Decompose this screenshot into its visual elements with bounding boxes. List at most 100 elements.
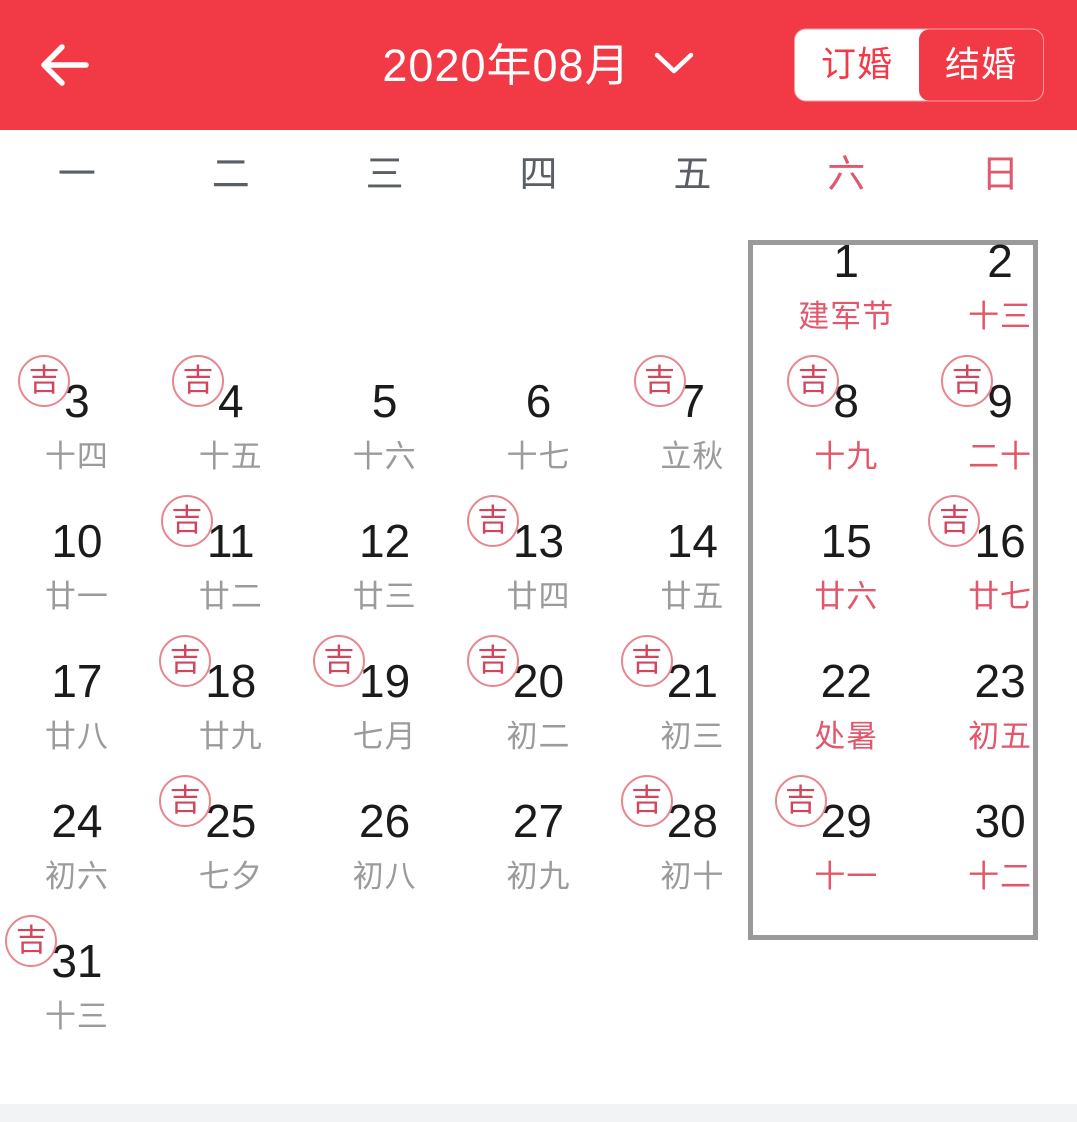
calendar-day-cell[interactable]: 5 十六 (308, 352, 462, 492)
day-number: 6 (525, 374, 552, 427)
lunar-or-festival-label: 廿二 (198, 578, 263, 614)
day-number-row: 吉 16 (928, 494, 1026, 569)
calendar-day-cell[interactable]: 吉 19 七月 (308, 632, 462, 772)
day-number-row: 15 (821, 513, 872, 569)
lunar-or-festival-label: 廿七 (968, 578, 1033, 614)
lunar-or-festival-label: 廿一 (44, 578, 109, 614)
calendar-day-cell[interactable]: 14 廿五 (615, 492, 769, 632)
toggle-option-marriage[interactable]: 结婚 (918, 29, 1043, 101)
calendar-day-cell[interactable]: 吉 8 十九 (769, 352, 923, 492)
calendar-day-cell[interactable]: 吉 13 廿四 (462, 492, 616, 632)
calendar-day-cell[interactable]: 27 初九 (462, 772, 616, 912)
day-number: 12 (359, 514, 411, 567)
auspicious-ji-badge: 吉 (313, 634, 366, 687)
auspicious-ji-badge: 吉 (633, 354, 686, 407)
calendar-body: 1 建军节 2 十三吉 3 十四吉 4 十五 5 十六 6 十七 吉 7 立秋 吉 8 十九 吉 9 二十 10 廿一吉 11… (0, 212, 1077, 1052)
calendar-day-cell[interactable]: 吉 4 十五 (154, 352, 308, 492)
toggle-option-engagement[interactable]: 订婚 (794, 29, 919, 101)
lunar-or-festival-label: 十七 (506, 438, 571, 474)
calendar-day-cell[interactable]: 吉 28 初十 (615, 772, 769, 912)
weekday-label-4: 五 (673, 154, 712, 196)
auspicious-ji-badge: 吉 (18, 354, 71, 407)
auspicious-ji-badge: 吉 (928, 494, 981, 547)
auspicious-ji-badge: 吉 (941, 354, 994, 407)
lunar-or-festival-label: 廿四 (506, 578, 571, 614)
auspicious-ji-badge: 吉 (5, 914, 58, 967)
day-number: 13 (512, 514, 565, 567)
day-number-row: 吉 13 (466, 494, 565, 569)
day-number-row: 吉7 (633, 354, 705, 429)
day-number-row: 23 (974, 653, 1025, 709)
calendar-day-cell[interactable]: 15 廿六 (769, 492, 923, 632)
day-number-row: 吉9 (941, 354, 1013, 429)
calendar-cell-empty (615, 212, 769, 352)
calendar-day-cell[interactable]: 吉 16 廿七 (923, 492, 1077, 632)
day-number: 15 (820, 514, 872, 567)
calendar-cell-empty (308, 912, 462, 1052)
calendar-cell-empty (308, 212, 462, 352)
lunar-or-festival-label: 十六 (352, 438, 417, 474)
day-number-row: 2 (987, 233, 1013, 289)
day-number: 19 (359, 654, 411, 707)
calendar-day-cell[interactable]: 6 十七 (462, 352, 616, 492)
calendar-grid: 1 建军节 2 十三吉 3 十四吉 4 十五 5 十六 6 十七 吉 7 立秋 吉 8 十九 吉 9 二十 10 廿一吉 11… (0, 212, 1077, 1052)
calendar-cell-empty (462, 212, 616, 352)
calendar-day-cell[interactable]: 吉 25 七夕 (154, 772, 308, 912)
day-number-row: 吉4 (171, 354, 244, 429)
day-number: 16 (974, 514, 1026, 567)
day-number-row: 吉 19 (313, 634, 411, 709)
calendar-day-cell[interactable]: 吉 7 立秋 (615, 352, 769, 492)
calendar-day-cell[interactable]: 23 初五 (923, 632, 1077, 772)
calendar-day-cell[interactable]: 吉 18 廿九 (154, 632, 308, 772)
calendar-day-cell[interactable]: 2 十三 (923, 212, 1077, 352)
day-number: 31 (51, 934, 103, 987)
calendar-day-cell[interactable]: 10 廿一 (0, 492, 154, 632)
day-number-row: 27 (513, 793, 564, 849)
calendar-day-cell[interactable]: 1 建军节 (769, 212, 923, 352)
auspicious-ji-badge: 吉 (159, 634, 212, 687)
lunar-or-festival-label: 立秋 (660, 438, 725, 474)
calendar-cell-empty (462, 912, 616, 1052)
day-number: 18 (205, 654, 257, 707)
auspicious-ji-badge: 吉 (620, 634, 673, 687)
lunar-or-festival-label: 廿三 (352, 578, 417, 614)
calendar-cell-empty (0, 212, 154, 352)
page-title: 2020年08月 (382, 39, 631, 91)
lunar-or-festival-label: 初二 (506, 718, 571, 754)
weekday-label-1: 二 (211, 154, 250, 196)
calendar-day-cell[interactable]: 吉 11 廿二 (154, 492, 308, 632)
month-selector[interactable]: 2020年08月 (382, 43, 694, 88)
day-number-row: 吉8 (787, 354, 859, 429)
chevron-down-icon (653, 50, 695, 81)
calendar-cell-empty (154, 912, 308, 1052)
calendar-day-cell[interactable]: 吉 9 二十 (923, 352, 1077, 492)
calendar-day-cell[interactable]: 22 处暑 (769, 632, 923, 772)
lunar-or-festival-label: 建军节 (798, 298, 895, 334)
calendar-day-cell[interactable]: 吉 29 十一 (769, 772, 923, 912)
day-number: 27 (512, 794, 565, 847)
event-type-toggle[interactable]: 订婚 结婚 (794, 29, 1043, 101)
bottom-strip (0, 1104, 1077, 1122)
day-number-row: 17 (51, 653, 102, 709)
calendar-day-cell[interactable]: 吉 20 初二 (462, 632, 616, 772)
day-number-row: 14 (667, 513, 718, 569)
day-number: 2 (987, 234, 1013, 287)
calendar-day-cell[interactable]: 吉 21 初三 (615, 632, 769, 772)
back-arrow-icon (36, 41, 94, 89)
weekday-label-2: 三 (365, 154, 404, 196)
lunar-or-festival-label: 十一 (814, 858, 879, 894)
calendar-day-cell[interactable]: 17 廿八 (0, 632, 154, 772)
calendar-day-cell[interactable]: 30 十二 (923, 772, 1077, 912)
lunar-or-festival-label: 十九 (814, 438, 879, 474)
calendar-day-cell[interactable]: 吉 31 十三 (0, 912, 154, 1052)
day-number: 14 (666, 514, 718, 567)
calendar-day-cell[interactable]: 24 初六 (0, 772, 154, 912)
weekday-header-row: 一二三四五六日 (0, 130, 1077, 212)
calendar-day-cell[interactable]: 12 廿三 (308, 492, 462, 632)
back-button[interactable] (28, 28, 102, 102)
calendar-day-cell[interactable]: 26 初八 (308, 772, 462, 912)
auspicious-ji-badge: 吉 (466, 494, 519, 547)
calendar-day-cell[interactable]: 吉 3 十四 (0, 352, 154, 492)
day-number: 29 (820, 794, 872, 847)
day-number: 26 (359, 794, 411, 847)
